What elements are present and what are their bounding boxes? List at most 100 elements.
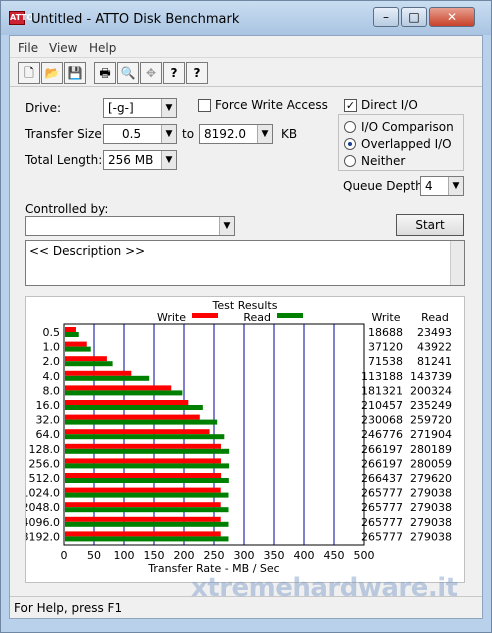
direct-io-checkbox[interactable]: ✓ — [344, 99, 357, 112]
total-length-label: Total Length: — [25, 153, 103, 167]
queue-depth-label: Queue Depth: — [343, 179, 427, 193]
read-value: 235249 — [410, 399, 452, 412]
x-tick-label: 50 — [87, 549, 101, 562]
force-write-label: Force Write Access — [215, 98, 328, 112]
x-tick-label: 150 — [144, 549, 165, 562]
read-bar — [65, 405, 203, 410]
io-comparison-radio[interactable] — [344, 121, 356, 133]
chevron-down-icon: ▼ — [448, 177, 463, 195]
overlapped-io-radio[interactable] — [344, 138, 356, 150]
legend-write-swatch — [192, 313, 218, 318]
force-write-checkbox[interactable] — [198, 99, 211, 112]
read-bar — [65, 492, 229, 498]
write-value: 265777 — [361, 487, 403, 500]
app-window: ATTO Untitled - ATTO Disk Benchmark – □ … — [0, 0, 492, 633]
controlled-by-label: Controlled by: — [25, 202, 109, 216]
read-value: 23493 — [417, 326, 452, 339]
close-button[interactable]: ✕ — [429, 7, 475, 27]
category-label: 4.0 — [43, 370, 61, 383]
queue-depth-select[interactable]: 4 ▼ — [420, 176, 464, 196]
context-help-icon[interactable]: ? — [186, 62, 208, 84]
transfer-from-value: 0.5 — [122, 127, 142, 141]
status-text: For Help, press F1 — [14, 601, 123, 615]
write-value: 265777 — [361, 501, 403, 514]
start-button[interactable]: Start — [396, 214, 464, 236]
menu-view[interactable]: View — [49, 41, 77, 55]
read-bar — [65, 536, 229, 542]
transfer-unit: KB — [281, 127, 298, 141]
print-preview-icon[interactable]: 🔍 — [117, 62, 139, 84]
neither-radio[interactable] — [344, 155, 356, 167]
chevron-down-icon: ▼ — [161, 151, 176, 169]
read-value: 279038 — [410, 487, 452, 500]
read-value: 279620 — [410, 472, 452, 485]
read-value: 259720 — [410, 414, 452, 427]
write-bar — [65, 356, 107, 362]
write-bar — [65, 341, 87, 347]
write-value: 266437 — [361, 472, 403, 485]
write-value: 246776 — [361, 428, 403, 441]
read-bar — [65, 332, 79, 337]
read-value: 81241 — [417, 355, 452, 368]
menu-file[interactable]: File — [18, 41, 38, 55]
description-box[interactable]: << Description >> — [25, 240, 465, 286]
category-label: 1024.0 — [26, 487, 60, 500]
write-value: 181321 — [361, 384, 403, 397]
menu-help[interactable]: Help — [89, 41, 116, 55]
new-icon[interactable]: 🗋 — [18, 62, 40, 84]
transfer-to-select[interactable]: 8192.0 ▼ — [199, 124, 273, 144]
minimize-button[interactable]: – — [373, 7, 399, 27]
legend-write-label: Write — [157, 311, 186, 324]
read-value: 271904 — [410, 428, 452, 441]
read-value: 280189 — [410, 443, 452, 456]
write-column-header: Write — [371, 311, 400, 324]
neither-label: Neither — [361, 154, 406, 168]
x-tick-label: 400 — [294, 549, 315, 562]
write-bar — [65, 414, 200, 420]
category-label: 2048.0 — [26, 501, 60, 514]
write-bar — [65, 458, 221, 464]
read-value: 279038 — [410, 516, 452, 529]
category-label: 64.0 — [36, 428, 61, 441]
transfer-from-select[interactable]: 0.5 ▼ — [103, 124, 177, 144]
write-value: 266197 — [361, 457, 403, 470]
write-bar — [65, 429, 210, 435]
read-bar — [65, 507, 229, 513]
read-value: 279038 — [410, 530, 452, 543]
maximize-button[interactable]: □ — [401, 7, 427, 27]
save-icon[interactable]: 💾 — [64, 62, 86, 84]
legend-read-swatch — [277, 313, 303, 318]
total-length-select[interactable]: 256 MB ▼ — [103, 150, 177, 170]
move-icon[interactable]: ✥ — [140, 62, 162, 84]
write-value: 265777 — [361, 516, 403, 529]
read-bar — [65, 463, 230, 469]
test-results-panel: Test Results Write Read Write Read 0 50 100 150 2… — [22, 296, 465, 583]
x-tick-label: 350 — [264, 549, 285, 562]
write-bar — [65, 531, 221, 537]
toolbar: 🗋 📂 💾 🖶 🔍 ✥ ? ? — [10, 59, 482, 87]
transfer-size-label: Transfer Size: — [25, 127, 106, 141]
read-bar — [65, 434, 225, 440]
read-value: 200324 — [410, 384, 452, 397]
read-value: 43922 — [417, 341, 452, 354]
category-label: 16.0 — [36, 399, 61, 412]
write-value: 18688 — [368, 326, 403, 339]
open-icon[interactable]: 📂 — [41, 62, 63, 84]
category-label: 8192.0 — [26, 530, 60, 543]
category-label: 32.0 — [36, 414, 61, 427]
write-value: 210457 — [361, 399, 403, 412]
chevron-down-icon: ▼ — [219, 217, 234, 235]
description-scrollbar[interactable] — [450, 241, 464, 285]
drive-select[interactable]: [-g-] ▼ — [103, 98, 177, 118]
read-value: 279038 — [410, 501, 452, 514]
print-icon[interactable]: 🖶 — [94, 62, 116, 84]
title-bar[interactable]: ATTO Untitled - ATTO Disk Benchmark – □ … — [1, 1, 491, 35]
x-tick-label: 100 — [114, 549, 135, 562]
help-icon[interactable]: ? — [163, 62, 185, 84]
write-bar — [65, 516, 221, 522]
write-bar — [65, 443, 221, 449]
write-bar — [65, 327, 76, 332]
total-length-value: 256 MB — [108, 153, 154, 167]
category-label: 256.0 — [29, 457, 61, 470]
controlled-by-select[interactable]: ▼ — [25, 216, 235, 236]
